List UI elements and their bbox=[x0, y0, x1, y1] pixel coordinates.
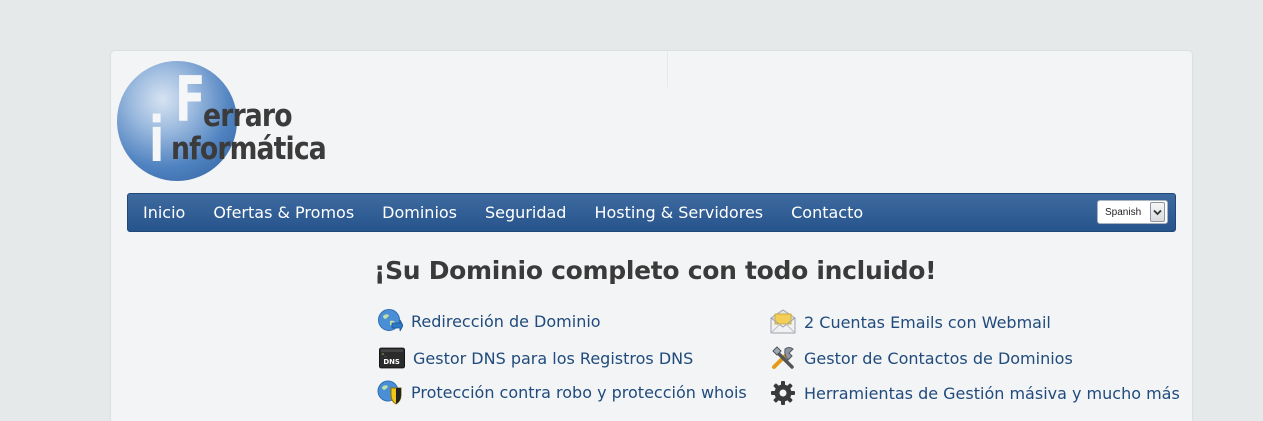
feature-item[interactable]: Redirección de Dominio bbox=[377, 308, 601, 334]
logo-text-line2: nformática bbox=[171, 131, 327, 167]
feature-item[interactable]: Herramientas de Gestión másiva y mucho m… bbox=[770, 380, 1180, 406]
language-select[interactable]: Spanish bbox=[1097, 200, 1168, 224]
feature-label: Herramientas de Gestión másiva y mucho m… bbox=[804, 383, 1180, 403]
site-logo[interactable]: F i erraro nformática bbox=[117, 61, 347, 183]
nav-item-ofertas[interactable]: Ofertas & Promos bbox=[199, 194, 368, 231]
gear-icon bbox=[770, 380, 796, 406]
envelope-icon bbox=[770, 309, 796, 335]
tools-icon bbox=[770, 345, 796, 371]
feature-label: Protección contra robo y protección whoi… bbox=[411, 382, 747, 402]
main-navbar: Inicio Ofertas & Promos Dominios Segurid… bbox=[127, 193, 1176, 232]
feature-label: Redirección de Dominio bbox=[411, 311, 601, 331]
language-select-value: Spanish bbox=[1105, 206, 1142, 218]
page-headline: ¡Su Dominio completo con todo incluido! bbox=[374, 256, 937, 285]
dns-terminal-icon: >_ DNS bbox=[379, 345, 405, 371]
chevron-down-icon[interactable] bbox=[1150, 202, 1165, 222]
logo-letter-f: F bbox=[175, 63, 206, 136]
nav-menu: Inicio Ofertas & Promos Dominios Segurid… bbox=[128, 194, 877, 231]
nav-item-dominios[interactable]: Dominios bbox=[368, 194, 471, 231]
logo-letter-i: i bbox=[149, 103, 165, 176]
feature-label: Gestor de Contactos de Dominios bbox=[804, 348, 1073, 368]
svg-text:>_: >_ bbox=[382, 352, 388, 357]
page-container: F i erraro nformática Inicio Ofertas & P… bbox=[111, 51, 1192, 421]
nav-item-contacto[interactable]: Contacto bbox=[777, 194, 877, 231]
svg-text:DNS: DNS bbox=[383, 358, 400, 366]
nav-item-hosting[interactable]: Hosting & Servidores bbox=[580, 194, 777, 231]
feature-item[interactable]: Gestor de Contactos de Dominios bbox=[770, 345, 1073, 371]
globe-redirect-icon bbox=[377, 308, 403, 334]
globe-shield-icon bbox=[377, 379, 403, 405]
feature-label: 2 Cuentas Emails con Webmail bbox=[804, 312, 1051, 332]
feature-item[interactable]: >_ DNS Gestor DNS para los Registros DNS bbox=[379, 345, 693, 371]
nav-item-seguridad[interactable]: Seguridad bbox=[471, 194, 580, 231]
logo-text-line1: erraro bbox=[203, 98, 293, 134]
feature-label: Gestor DNS para los Registros DNS bbox=[413, 348, 694, 368]
feature-item[interactable]: Protección contra robo y protección whoi… bbox=[377, 379, 747, 405]
header-divider bbox=[667, 51, 668, 87]
nav-item-inicio[interactable]: Inicio bbox=[128, 194, 199, 231]
feature-item[interactable]: 2 Cuentas Emails con Webmail bbox=[770, 309, 1051, 335]
